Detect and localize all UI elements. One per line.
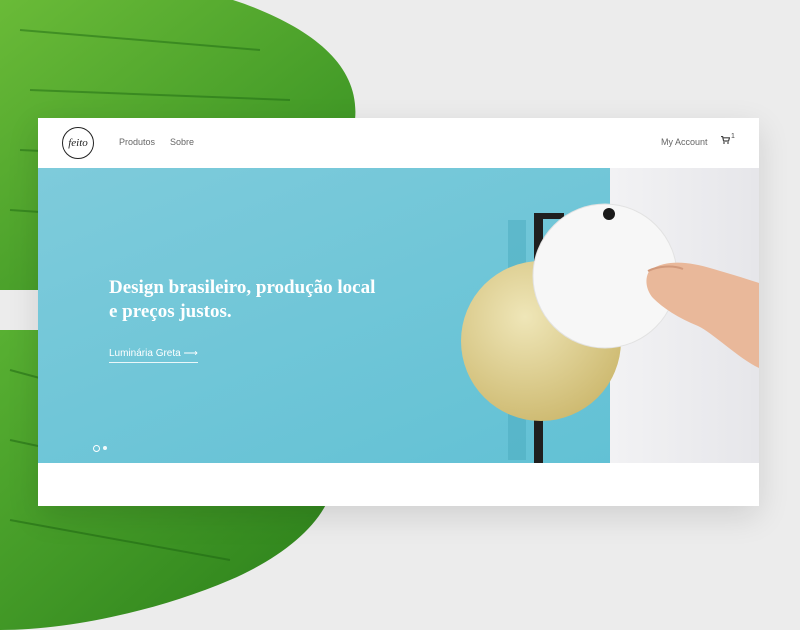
my-account-link[interactable]: My Account [661,137,708,147]
carousel-dot-2[interactable] [103,446,107,450]
carousel-dot-1[interactable] [93,444,100,452]
website-window: feito Produtos Sobre My Account 1 Design… [38,118,759,506]
hero-banner: Design brasileiro, produção local e preç… [38,168,759,463]
cart-count-badge: 1 [731,133,735,140]
hero-headline-line2: e preços justos. [109,301,232,322]
brand-logo[interactable]: feito [62,127,94,159]
nav-link-produtos[interactable]: Produtos [119,137,155,147]
cart-icon [721,135,731,144]
hero-headline: Design brasileiro, produção local e preç… [109,276,429,324]
hero-cta-link[interactable]: Luminária Greta ⟶ [109,348,198,363]
hero-headline-line1: Design brasileiro, produção local [109,277,376,298]
brand-logo-text: feito [68,137,88,149]
carousel-indicators [93,444,107,452]
nav-link-sobre[interactable]: Sobre [170,137,194,147]
navbar: feito Produtos Sobre My Account 1 [38,118,759,168]
cart-button[interactable]: 1 [721,133,735,146]
